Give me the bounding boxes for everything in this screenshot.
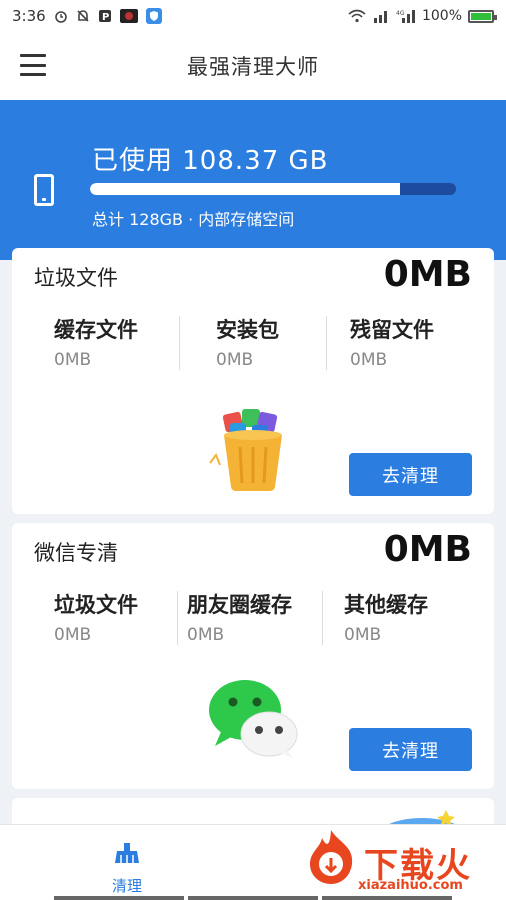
card-total-size: 0MB [383, 529, 472, 570]
stat-junk-files: 垃圾文件 0MB [54, 593, 138, 645]
junk-stats: 缓存文件 0MB 安装包 0MB 残留文件 0MB [12, 314, 494, 374]
status-bar: 3:36 P 4G 100% [0, 0, 506, 32]
storage-total-text: 总计 128GB · 内部存储空间 [92, 210, 295, 229]
app-title: 最强清理大师 [187, 55, 319, 79]
watermark-flame-icon [310, 830, 353, 884]
system-nav-indicator [0, 896, 506, 900]
status-time: 3:36 [12, 7, 46, 25]
stat-residual-files: 残留文件 0MB [350, 318, 434, 370]
nav-item-clean[interactable]: 清理 [96, 841, 158, 896]
junk-files-card: 垃圾文件 0MB 缓存文件 0MB 安装包 0MB 残留文件 0MB 去清理 [12, 248, 494, 514]
divider [322, 591, 323, 645]
alarm-icon [54, 11, 67, 23]
stat-other-cache: 其他缓存 0MB [344, 593, 428, 645]
trash-can-icon [209, 409, 282, 491]
storage-used-text: 已使用 108.37 GB [92, 146, 329, 176]
card-total-size: 0MB [383, 254, 472, 295]
wifi-icon [348, 9, 366, 23]
wechat-icon [209, 680, 298, 758]
wechat-clean-card: 微信专清 0MB 垃圾文件 0MB 朋友圈缓存 0MB 其他缓存 0MB 去清理 [12, 523, 494, 789]
storage-summary: 已使用 108.37 GB 总计 128GB · 内部存储空间 [0, 100, 506, 260]
svg-text:P: P [102, 12, 109, 23]
camera-app-icon [119, 9, 138, 23]
nav-item-label: 清理 [111, 877, 142, 895]
svg-text:4G: 4G [396, 10, 405, 17]
divider [326, 316, 327, 370]
signal-icon [373, 11, 387, 23]
battery-percent: 100% [421, 8, 462, 24]
card-title: 垃圾文件 [34, 266, 118, 290]
p-app-icon: P [98, 10, 111, 23]
card-title: 微信专清 [34, 541, 118, 565]
4g-signal-icon: 4G [396, 10, 415, 23]
hamburger-menu-icon[interactable] [20, 54, 46, 76]
storage-progress-fill [90, 183, 400, 195]
stat-moments-cache: 朋友圈缓存 0MB [187, 593, 292, 645]
wechat-clean-button[interactable]: 去清理 [349, 728, 472, 771]
broom-icon [115, 843, 139, 863]
stat-install-packages: 安装包 0MB [216, 318, 279, 370]
wechat-stats: 垃圾文件 0MB 朋友圈缓存 0MB 其他缓存 0MB [12, 589, 494, 649]
battery-icon [468, 9, 497, 23]
notification-off-icon [77, 10, 89, 22]
divider [177, 591, 178, 645]
phone-icon [34, 174, 54, 206]
storage-progress-bar [90, 183, 456, 195]
divider [179, 316, 180, 370]
app-bar: 最强清理大师 [0, 32, 506, 100]
junk-clean-button[interactable]: 去清理 [349, 453, 472, 496]
watermark-url: xiazaihuo.com [358, 878, 463, 893]
stat-cache-files: 缓存文件 0MB [54, 318, 138, 370]
shield-app-icon [145, 8, 162, 24]
